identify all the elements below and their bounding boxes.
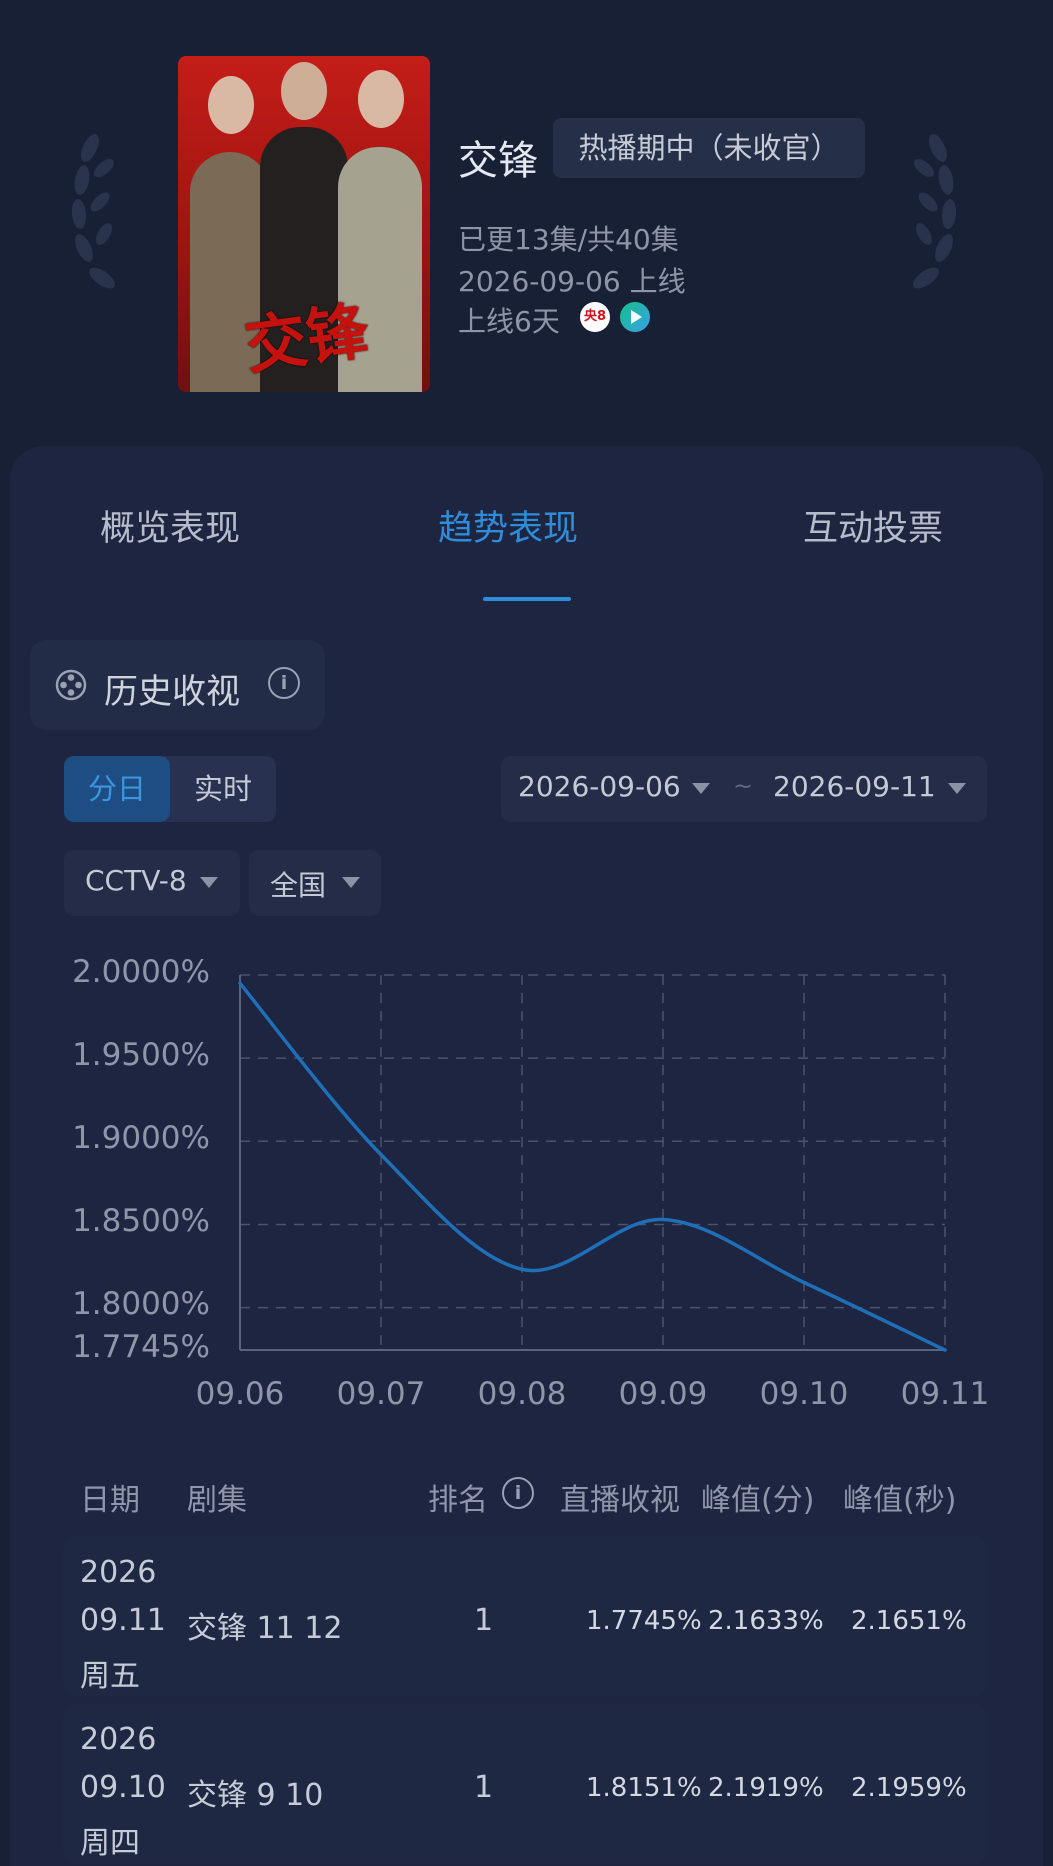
x-tick-label: 09.09 <box>618 1376 708 1412</box>
rank-info-icon[interactable]: i <box>502 1477 534 1509</box>
row-year: 2026 <box>80 1555 157 1590</box>
row-year: 2026 <box>80 1722 157 1757</box>
row-live-rating: 1.7745% <box>586 1606 702 1636</box>
x-tick-label: 09.08 <box>477 1376 567 1412</box>
col-header-rank[interactable]: 排名 <box>428 1475 488 1519</box>
row-peak-minute: 2.1633% <box>708 1606 824 1636</box>
chart-grid <box>240 974 946 1350</box>
col-header-date: 日期 <box>80 1483 140 1518</box>
col-header-episode: 剧集 <box>187 1483 247 1518</box>
row-episode: 交锋 9 10 <box>187 1778 324 1813</box>
col-header-peak-minute: 峰值(分) <box>701 1483 815 1518</box>
x-tick-label: 09.10 <box>759 1376 849 1412</box>
row-weekday: 周五 <box>80 1659 140 1694</box>
row-rank: 1 <box>474 1770 494 1805</box>
ratings-line-chart <box>238 974 947 1352</box>
chart-axes <box>239 975 945 1351</box>
row-live-rating: 1.8151% <box>586 1773 702 1803</box>
row-peak-second: 2.1959% <box>851 1773 967 1803</box>
row-peak-second: 2.1651% <box>851 1606 967 1636</box>
row-rank: 1 <box>474 1603 494 1638</box>
row-episode: 交锋 11 12 <box>187 1611 343 1646</box>
x-tick-label: 09.06 <box>195 1376 285 1412</box>
row-date: 09.11 <box>80 1603 166 1638</box>
x-tick-label: 09.07 <box>336 1376 426 1412</box>
row-peak-minute: 2.1919% <box>708 1773 824 1803</box>
ratings-series-line <box>238 981 947 1352</box>
x-tick-label: 09.11 <box>900 1376 990 1412</box>
col-header-peak-second: 峰值(秒) <box>843 1483 957 1518</box>
row-weekday: 周四 <box>80 1826 140 1861</box>
col-header-live-rating: 直播收视 <box>560 1483 680 1518</box>
row-date: 09.10 <box>80 1770 166 1805</box>
